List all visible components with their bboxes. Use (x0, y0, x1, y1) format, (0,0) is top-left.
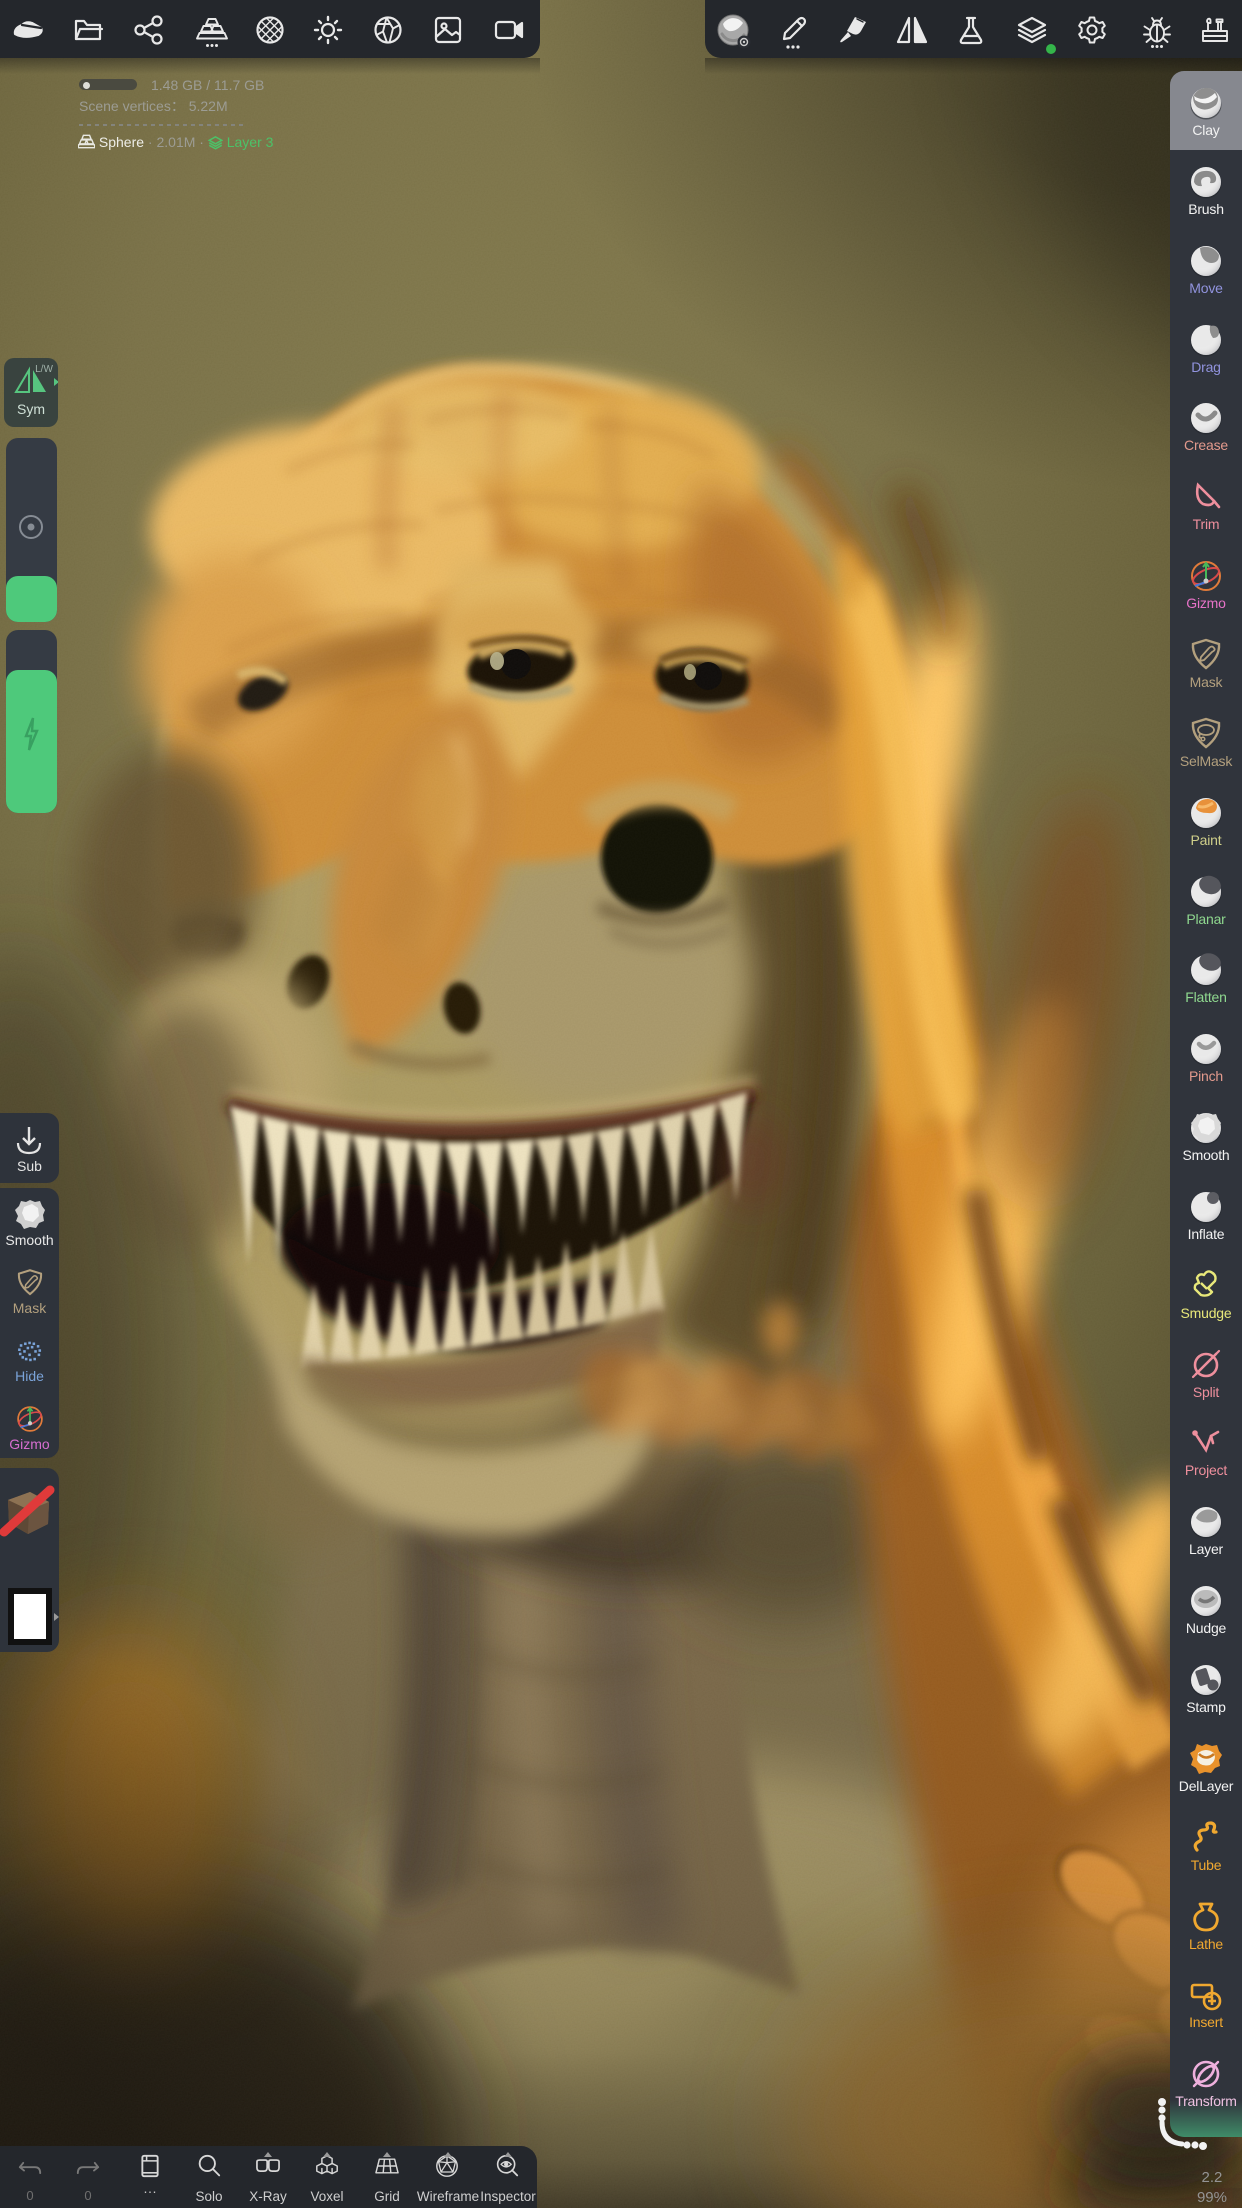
svg-text:L/W: L/W (35, 364, 53, 375)
svg-text:Sub: Sub (17, 1158, 42, 1174)
svg-text:Sym: Sym (17, 401, 45, 417)
